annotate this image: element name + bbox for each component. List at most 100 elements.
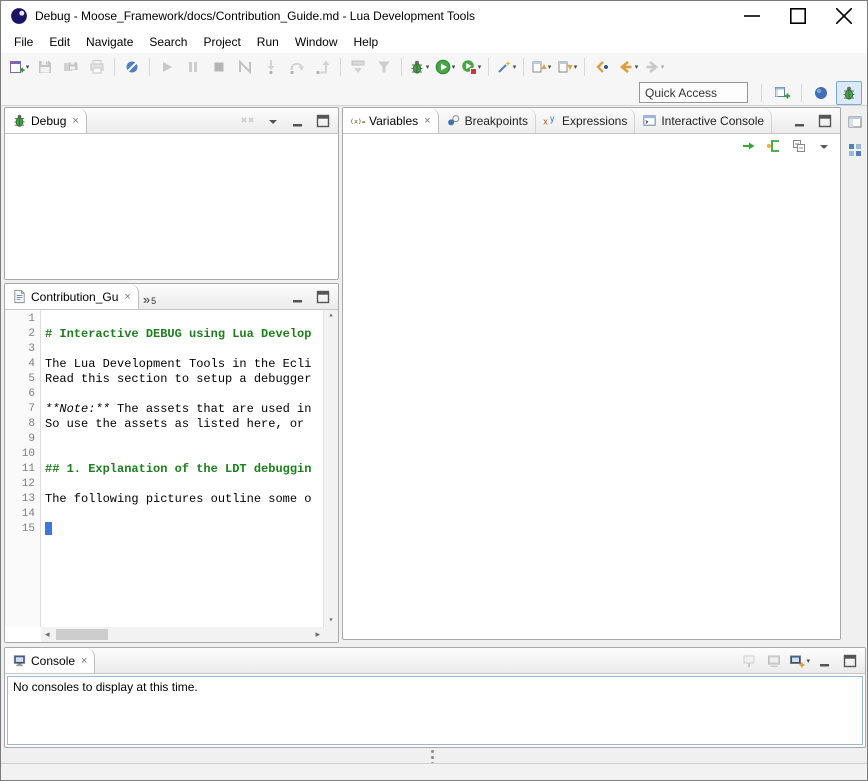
code-line[interactable]: ## 1. Explanation of the LDT debuggin bbox=[45, 462, 323, 477]
menu-navigate[interactable]: Navigate bbox=[78, 32, 141, 52]
scroll-down-icon[interactable]: ▾ bbox=[329, 615, 334, 627]
tab-debug[interactable]: Debug× bbox=[5, 108, 87, 133]
maximize-button[interactable] bbox=[838, 650, 862, 672]
pin-console-button[interactable] bbox=[737, 650, 761, 672]
menu-file[interactable]: File bbox=[6, 32, 41, 52]
scroll-left-icon[interactable]: ◂ bbox=[41, 630, 54, 639]
code-line[interactable]: Read this section to setup a debugger bbox=[45, 372, 323, 387]
back-button[interactable]: ▾ bbox=[615, 55, 641, 79]
open-perspective-button[interactable] bbox=[769, 81, 795, 105]
dropdown-arrow-icon[interactable]: ▾ bbox=[574, 63, 578, 71]
forward-button[interactable]: ▾ bbox=[641, 55, 667, 79]
minimize-button[interactable] bbox=[286, 286, 310, 308]
code-line[interactable]: The Lua Development Tools in the Ecli bbox=[45, 357, 323, 372]
code-line[interactable] bbox=[45, 387, 323, 402]
collapse-all-button[interactable] bbox=[787, 135, 811, 157]
step-over-button[interactable] bbox=[284, 55, 310, 79]
last-edit-location-button[interactable] bbox=[589, 55, 615, 79]
use-step-filters-button[interactable] bbox=[371, 55, 397, 79]
tab-contribution-gu[interactable]: Contribution_Gu× bbox=[5, 284, 139, 309]
code-line[interactable]: # Interactive DEBUG using Lua Develop bbox=[45, 327, 323, 342]
code-line[interactable] bbox=[45, 342, 323, 357]
open-console-button[interactable]: ▾ bbox=[787, 650, 812, 672]
tab-variables[interactable]: (x)=Variables× bbox=[343, 108, 439, 133]
dropdown-arrow-icon[interactable]: ▾ bbox=[452, 63, 456, 71]
menu-search[interactable]: Search bbox=[141, 32, 195, 52]
code-line[interactable]: The following pictures outline some o bbox=[45, 492, 323, 507]
dropdown-arrow-icon[interactable]: ▾ bbox=[635, 63, 639, 71]
remove-all-terminated-button[interactable] bbox=[236, 110, 260, 132]
run-coverage-button[interactable]: ▾ bbox=[458, 55, 484, 79]
close-icon[interactable]: × bbox=[424, 115, 430, 127]
editor-gutter[interactable]: 123456789101112131415 bbox=[5, 310, 41, 627]
scrollbar-thumb[interactable] bbox=[56, 629, 108, 640]
view-menu-button[interactable] bbox=[261, 110, 285, 132]
tab-breakpoints[interactable]: Breakpoints bbox=[439, 108, 536, 133]
tab-interactive-console[interactable]: Interactive Console bbox=[635, 108, 772, 133]
debug-button[interactable]: ▾ bbox=[406, 55, 432, 79]
minimize-button[interactable] bbox=[788, 110, 812, 132]
debug-perspective-button[interactable] bbox=[836, 81, 862, 105]
drop-to-frame-button[interactable] bbox=[345, 55, 371, 79]
save-button[interactable] bbox=[32, 55, 58, 79]
display-selected-console-button[interactable] bbox=[762, 650, 786, 672]
maximize-button[interactable] bbox=[311, 110, 335, 132]
dropdown-arrow-icon[interactable]: ▾ bbox=[478, 63, 482, 71]
editor-code[interactable]: # Interactive DEBUG using Lua Develop The… bbox=[41, 310, 323, 627]
minimized-view-restore-button[interactable] bbox=[843, 111, 867, 133]
code-line[interactable] bbox=[45, 447, 323, 462]
print-button[interactable] bbox=[84, 55, 110, 79]
terminate-button[interactable] bbox=[206, 55, 232, 79]
code-line[interactable] bbox=[45, 312, 323, 327]
step-into-button[interactable] bbox=[258, 55, 284, 79]
show-logical-structure-button[interactable] bbox=[762, 135, 786, 157]
step-return-button[interactable] bbox=[310, 55, 336, 79]
hidden-editors-chooser[interactable]: »5 bbox=[139, 292, 162, 309]
maximize-button[interactable] bbox=[311, 286, 335, 308]
dropdown-arrow-icon[interactable]: ▾ bbox=[426, 63, 430, 71]
editor-horizontal-scrollbar[interactable]: ◂ ▸ bbox=[41, 627, 324, 642]
dropdown-arrow-icon[interactable]: ▾ bbox=[806, 657, 810, 665]
save-all-button[interactable] bbox=[58, 55, 84, 79]
dropdown-arrow-icon[interactable]: ▾ bbox=[26, 63, 30, 71]
suspend-button[interactable] bbox=[180, 55, 206, 79]
dropdown-arrow-icon[interactable]: ▾ bbox=[548, 63, 552, 71]
code-line[interactable]: So use the assets as listed here, or bbox=[45, 417, 323, 432]
scroll-up-icon[interactable]: ▴ bbox=[329, 310, 334, 322]
quick-access-box[interactable]: Quick Access bbox=[639, 82, 748, 103]
new-wizard-button[interactable]: ▾ bbox=[6, 55, 32, 79]
dropdown-arrow-icon[interactable]: ▾ bbox=[661, 63, 665, 71]
next-annotation-button[interactable]: ▾ bbox=[554, 55, 580, 79]
menu-run[interactable]: Run bbox=[249, 32, 287, 52]
skip-all-breakpoints-button[interactable] bbox=[119, 55, 145, 79]
previous-annotation-button[interactable]: ▾ bbox=[528, 55, 554, 79]
menu-window[interactable]: Window bbox=[287, 32, 346, 52]
code-line[interactable] bbox=[45, 432, 323, 447]
code-line[interactable] bbox=[45, 507, 323, 522]
minimize-button[interactable] bbox=[813, 650, 837, 672]
minimized-view-grid-button[interactable] bbox=[843, 139, 867, 161]
minimize-window-button[interactable] bbox=[729, 1, 775, 31]
close-icon[interactable]: × bbox=[72, 115, 78, 127]
run-button[interactable]: ▾ bbox=[432, 55, 458, 79]
show-type-names-button[interactable] bbox=[737, 135, 761, 157]
resume-button[interactable] bbox=[154, 55, 180, 79]
script-perspective-button[interactable] bbox=[808, 81, 834, 105]
tab-console[interactable]: Console× bbox=[5, 648, 95, 673]
code-line[interactable] bbox=[45, 522, 323, 537]
maximize-window-button[interactable] bbox=[775, 1, 821, 31]
view-menu-button[interactable] bbox=[812, 135, 836, 157]
close-icon[interactable]: × bbox=[124, 291, 130, 303]
menu-help[interactable]: Help bbox=[346, 32, 387, 52]
code-line[interactable]: **Note:** The assets that are used in bbox=[45, 402, 323, 417]
code-line[interactable] bbox=[45, 477, 323, 492]
open-element-button[interactable]: ▾ bbox=[493, 55, 519, 79]
close-window-button[interactable] bbox=[821, 1, 867, 31]
maximize-button[interactable] bbox=[813, 110, 837, 132]
menu-project[interactable]: Project bbox=[195, 32, 248, 52]
tab-expressions[interactable]: xyExpressions bbox=[536, 108, 635, 133]
editor-vertical-scrollbar[interactable]: ▴ ▾ bbox=[323, 310, 338, 627]
minimize-button[interactable] bbox=[286, 110, 310, 132]
close-icon[interactable]: × bbox=[81, 655, 87, 667]
scroll-right-icon[interactable]: ▸ bbox=[311, 630, 324, 639]
